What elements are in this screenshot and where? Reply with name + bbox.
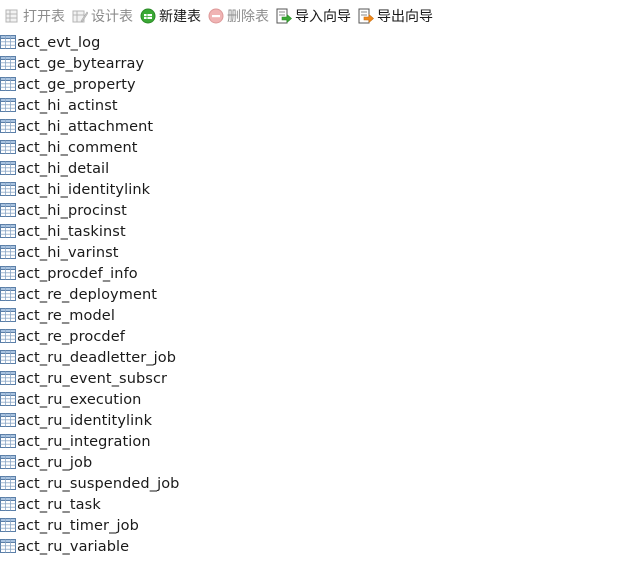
- table-item[interactable]: act_hi_varinst: [0, 243, 620, 264]
- table-icon: [0, 76, 16, 91]
- table-item[interactable]: act_hi_procinst: [0, 201, 620, 222]
- table-item[interactable]: act_ru_deadletter_job: [0, 348, 620, 369]
- new-table-button[interactable]: 新建表: [140, 4, 201, 28]
- table-icon: [0, 118, 16, 133]
- open-table-label: 打开表: [23, 9, 65, 25]
- table-name: act_evt_log: [17, 35, 101, 51]
- table-item[interactable]: act_ru_timer_job: [0, 516, 620, 537]
- table-name: act_ru_timer_job: [17, 518, 139, 534]
- table-item[interactable]: act_re_procdef: [0, 327, 620, 348]
- import-wizard-button[interactable]: 导入向导: [276, 4, 351, 28]
- new-table-label: 新建表: [159, 9, 201, 25]
- table-name: act_ru_event_subscr: [17, 371, 168, 387]
- table-icon: [0, 244, 16, 259]
- table-icon: [0, 223, 16, 238]
- import-wizard-label: 导入向导: [295, 9, 351, 25]
- import-wizard-icon: [276, 8, 292, 24]
- table-icon: [0, 55, 16, 70]
- table-name: act_hi_attachment: [17, 119, 154, 135]
- table-name: act_ru_suspended_job: [17, 476, 180, 492]
- table-name: act_ru_identitylink: [17, 413, 153, 429]
- table-icon: [0, 370, 16, 385]
- table-icon: [0, 202, 16, 217]
- table-icon: [0, 391, 16, 406]
- table-icon: [0, 538, 16, 553]
- table-icon: [0, 496, 16, 511]
- table-item[interactable]: act_ru_integration: [0, 432, 620, 453]
- table-item[interactable]: act_hi_actinst: [0, 96, 620, 117]
- table-name: act_ru_task: [17, 497, 101, 513]
- table-icon: [0, 328, 16, 343]
- table-icon: [0, 286, 16, 301]
- table-name: act_procdef_info: [17, 266, 138, 282]
- table-item[interactable]: act_ru_job: [0, 453, 620, 474]
- table-icon: [0, 475, 16, 490]
- table-icon: [0, 139, 16, 154]
- table-name: act_hi_actinst: [17, 98, 118, 114]
- table-item[interactable]: act_re_model: [0, 306, 620, 327]
- delete-table-label: 删除表: [227, 9, 269, 25]
- open-table-icon: [5, 9, 18, 23]
- table-item[interactable]: act_hi_attachment: [0, 117, 620, 138]
- export-wizard-icon: [358, 8, 374, 24]
- table-icon: [0, 517, 16, 532]
- table-list: act_evt_log act_ge_bytearray act_ge_prop…: [0, 33, 620, 558]
- table-name: act_ru_execution: [17, 392, 142, 408]
- table-item[interactable]: act_hi_comment: [0, 138, 620, 159]
- table-item[interactable]: act_ru_suspended_job: [0, 474, 620, 495]
- table-name: act_hi_identitylink: [17, 182, 151, 198]
- table-item[interactable]: act_ru_execution: [0, 390, 620, 411]
- table-name: act_hi_taskinst: [17, 224, 126, 240]
- table-icon: [0, 34, 16, 49]
- table-item[interactable]: act_re_deployment: [0, 285, 620, 306]
- design-table-button[interactable]: 设计表: [72, 4, 133, 28]
- table-icon: [0, 433, 16, 448]
- table-name: act_hi_detail: [17, 161, 110, 177]
- table-item[interactable]: act_ru_variable: [0, 537, 620, 558]
- table-icon: [0, 454, 16, 469]
- table-item[interactable]: act_ru_event_subscr: [0, 369, 620, 390]
- table-name: act_ru_variable: [17, 539, 130, 555]
- table-name: act_ru_integration: [17, 434, 151, 450]
- table-item[interactable]: act_hi_identitylink: [0, 180, 620, 201]
- table-item[interactable]: act_ru_task: [0, 495, 620, 516]
- toolbar: 打开表 设计表 新建表 删除表 导入向导 导出向导: [0, 0, 620, 32]
- table-name: act_re_deployment: [17, 287, 158, 303]
- table-icon: [0, 265, 16, 280]
- table-icon: [0, 181, 16, 196]
- table-name: act_re_model: [17, 308, 115, 324]
- table-name: act_hi_varinst: [17, 245, 119, 261]
- table-item[interactable]: act_hi_detail: [0, 159, 620, 180]
- table-name: act_hi_comment: [17, 140, 138, 156]
- delete-table-icon: [208, 8, 224, 24]
- table-icon: [0, 412, 16, 427]
- table-item[interactable]: act_hi_taskinst: [0, 222, 620, 243]
- table-icon: [0, 160, 16, 175]
- table-item[interactable]: act_ge_bytearray: [0, 54, 620, 75]
- table-icon: [0, 307, 16, 322]
- table-item[interactable]: act_ge_property: [0, 75, 620, 96]
- design-table-icon: [72, 10, 88, 23]
- open-table-button[interactable]: 打开表: [4, 4, 65, 28]
- table-name: act_re_procdef: [17, 329, 125, 345]
- table-name: act_ge_bytearray: [17, 56, 145, 72]
- delete-table-button[interactable]: 删除表: [208, 4, 269, 28]
- export-wizard-label: 导出向导: [377, 9, 433, 25]
- export-wizard-button[interactable]: 导出向导: [358, 4, 433, 28]
- table-name: act_ge_property: [17, 77, 136, 93]
- design-table-label: 设计表: [91, 9, 133, 25]
- table-icon: [0, 97, 16, 112]
- table-name: act_ru_deadletter_job: [17, 350, 177, 366]
- table-item[interactable]: act_evt_log: [0, 33, 620, 54]
- table-name: act_hi_procinst: [17, 203, 127, 219]
- table-item[interactable]: act_ru_identitylink: [0, 411, 620, 432]
- table-icon: [0, 349, 16, 364]
- new-table-icon: [140, 8, 156, 24]
- table-item[interactable]: act_procdef_info: [0, 264, 620, 285]
- table-name: act_ru_job: [17, 455, 93, 471]
